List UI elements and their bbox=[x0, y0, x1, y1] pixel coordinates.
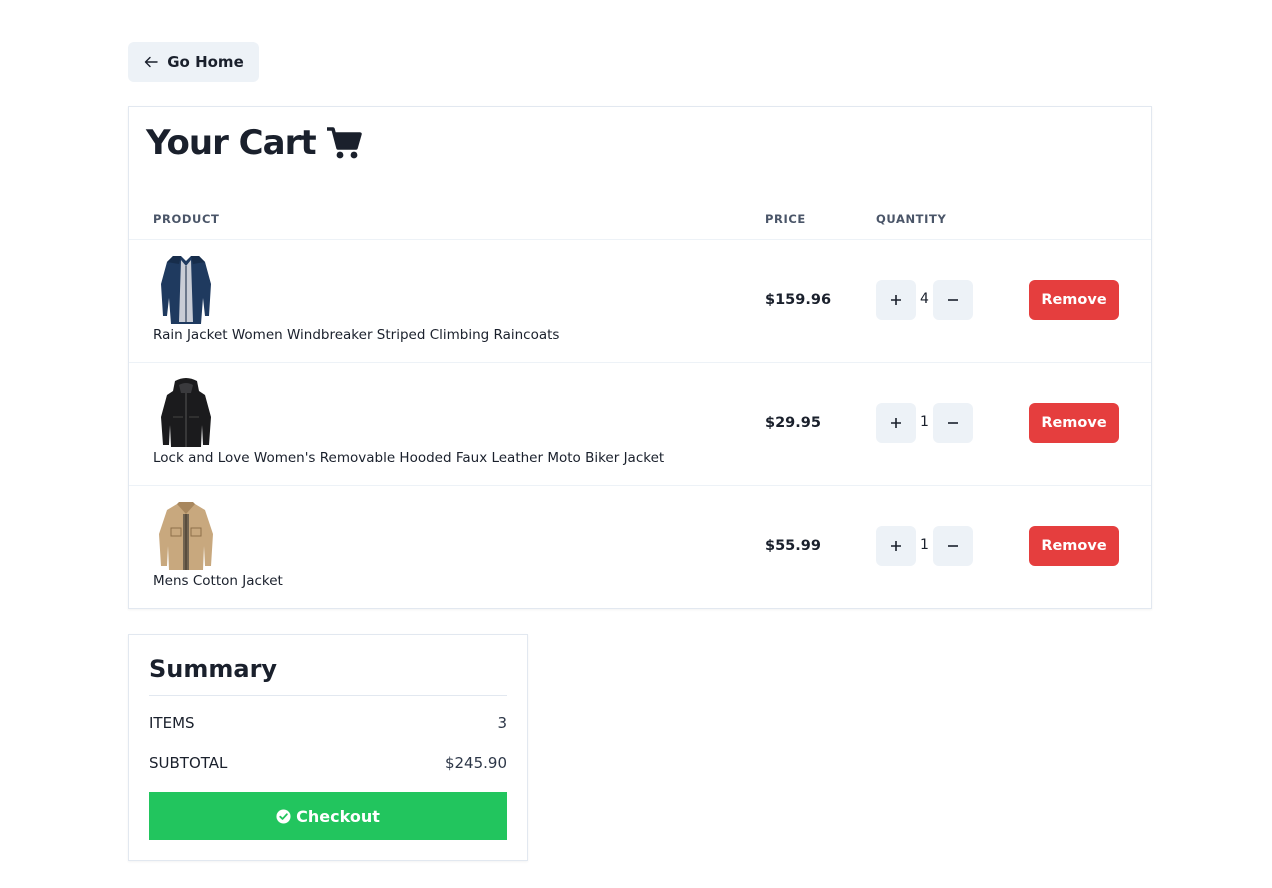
cart-row: Mens Cotton Jacket $55.99 1 Remove bbox=[129, 485, 1151, 608]
minus-icon bbox=[948, 299, 958, 301]
remove-button[interactable]: Remove bbox=[1029, 403, 1119, 443]
decrease-quantity-button[interactable] bbox=[933, 403, 973, 443]
items-label: ITEMS bbox=[149, 714, 195, 732]
subtotal-value: $245.90 bbox=[444, 754, 507, 772]
decrease-quantity-button[interactable] bbox=[933, 280, 973, 320]
plus-icon bbox=[891, 295, 901, 305]
quantity-value: 1 bbox=[920, 537, 929, 553]
summary-card: Summary ITEMS 3 SUBTOTAL $245.90 Checkou… bbox=[128, 634, 528, 861]
items-count: 3 bbox=[497, 714, 507, 732]
product-name: Rain Jacket Women Windbreaker Striped Cl… bbox=[153, 327, 560, 343]
quantity-value: 1 bbox=[920, 414, 929, 430]
remove-button[interactable]: Remove bbox=[1029, 526, 1119, 566]
cart-row: Lock and Love Women's Removable Hooded F… bbox=[129, 362, 1151, 485]
remove-button[interactable]: Remove bbox=[1029, 280, 1119, 320]
checkout-button[interactable]: Checkout bbox=[149, 792, 507, 840]
column-header-product: PRODUCT bbox=[153, 212, 220, 226]
product-price: $29.95 bbox=[765, 415, 821, 431]
cart-heading: Your Cart bbox=[146, 123, 362, 163]
column-header-quantity: QUANTITY bbox=[876, 212, 947, 226]
minus-icon bbox=[948, 422, 958, 424]
minus-icon bbox=[948, 545, 958, 547]
product-name: Lock and Love Women's Removable Hooded F… bbox=[153, 450, 665, 466]
subtotal-label: SUBTOTAL bbox=[149, 754, 228, 772]
shopping-cart-icon bbox=[326, 127, 362, 159]
page-title: Your Cart bbox=[146, 123, 317, 163]
column-header-price: PRICE bbox=[765, 212, 806, 226]
go-home-button[interactable]: Go Home bbox=[128, 42, 259, 82]
decrease-quantity-button[interactable] bbox=[933, 526, 973, 566]
summary-divider bbox=[149, 695, 507, 696]
navy-raincoat-image bbox=[161, 256, 211, 324]
plus-icon bbox=[891, 418, 901, 428]
plus-icon bbox=[891, 541, 901, 551]
cart-card: Your Cart PRODUCT PRICE QUANTITY Rain Ja… bbox=[128, 106, 1152, 609]
checkout-label: Checkout bbox=[296, 806, 380, 826]
khaki-cotton-jacket-image bbox=[159, 502, 213, 570]
black-leather-jacket-image bbox=[161, 378, 211, 447]
check-circle-icon bbox=[276, 808, 291, 824]
product-price: $159.96 bbox=[765, 292, 832, 308]
cart-page: Go Home Your Cart PRODUCT PRICE QUANTITY… bbox=[0, 0, 1272, 888]
go-home-label: Go Home bbox=[167, 53, 244, 71]
arrow-left-icon bbox=[145, 56, 158, 68]
increase-quantity-button[interactable] bbox=[876, 526, 916, 566]
quantity-value: 4 bbox=[920, 291, 929, 307]
increase-quantity-button[interactable] bbox=[876, 280, 916, 320]
cart-row: Rain Jacket Women Windbreaker Striped Cl… bbox=[129, 239, 1151, 362]
summary-title: Summary bbox=[149, 655, 278, 683]
product-name: Mens Cotton Jacket bbox=[153, 573, 283, 589]
increase-quantity-button[interactable] bbox=[876, 403, 916, 443]
product-price: $55.99 bbox=[765, 538, 821, 554]
